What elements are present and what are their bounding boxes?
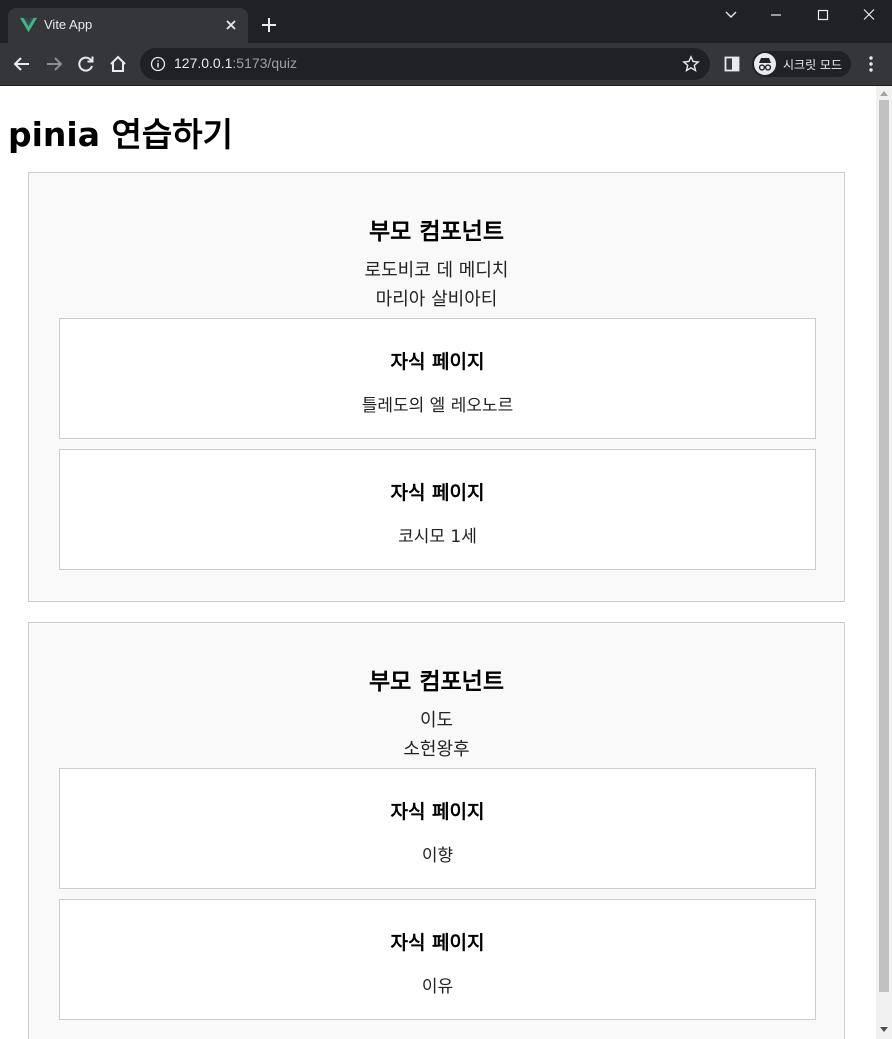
bookmark-star-icon[interactable] [682, 55, 700, 73]
home-icon[interactable] [108, 54, 128, 74]
child-component: 자식 페이지 이향 [59, 768, 816, 889]
child-heading: 자식 페이지 [390, 801, 485, 823]
incognito-label: 시크릿 모드 [783, 58, 843, 72]
scroll-down-icon[interactable] [880, 1027, 888, 1033]
parent-name: 로도비코 데 메디치 [364, 260, 509, 281]
url-text: 127.0.0.1:5173/quiz [174, 55, 297, 71]
child-name: 코시모 1세 [398, 527, 477, 547]
parent-name: 마리아 살비아티 [375, 289, 498, 310]
reload-icon[interactable] [76, 54, 96, 74]
scrollbar-thumb[interactable] [879, 100, 889, 992]
tab-vite-app[interactable]: Vite App [8, 8, 248, 43]
more-menu-icon[interactable] [861, 54, 881, 74]
parent-component: 부모 컴포넌트 이도 소헌왕후 자식 페이지 이향 자식 페이지 이유 [28, 622, 845, 1039]
site-info-icon[interactable] [150, 56, 166, 72]
scroll-up-icon[interactable] [880, 90, 888, 96]
tab-search-icon[interactable] [720, 6, 742, 24]
child-name: 이유 [421, 977, 454, 997]
forward-arrow-icon[interactable] [44, 54, 64, 74]
minimize-icon[interactable] [765, 6, 787, 24]
side-panel-icon[interactable] [722, 54, 742, 74]
incognito-profile-button[interactable]: 시크릿 모드 [752, 51, 851, 77]
window-close-icon[interactable] [858, 6, 880, 24]
new-tab-icon[interactable] [260, 16, 278, 34]
parent-component: 부모 컴포넌트 로도비코 데 메디치 마리아 살비아티 자식 페이지 틀레도의 … [28, 172, 845, 602]
vue-logo-icon [20, 17, 37, 33]
maximize-icon[interactable] [812, 6, 834, 24]
parent-name: 이도 [419, 710, 454, 731]
child-component: 자식 페이지 틀레도의 엘 레오노르 [59, 318, 816, 439]
tab-strip: Vite App [0, 0, 892, 43]
back-arrow-icon[interactable] [12, 54, 32, 74]
child-component: 자식 페이지 코시모 1세 [59, 449, 816, 570]
child-heading: 자식 페이지 [390, 351, 485, 373]
vertical-scrollbar[interactable] [876, 86, 892, 1039]
parent-name: 소헌왕후 [403, 739, 470, 760]
browser-toolbar: 127.0.0.1:5173/quiz 시크릿 모드 [0, 43, 892, 86]
page-title: pinia 연습하기 [8, 115, 233, 154]
incognito-icon [754, 53, 776, 75]
url-path: :5173/quiz [232, 55, 297, 71]
child-heading: 자식 페이지 [390, 932, 485, 954]
child-name: 이향 [421, 846, 454, 866]
url-host: 127.0.0.1 [174, 55, 233, 71]
parent-heading: 부모 컴포넌트 [369, 669, 504, 695]
child-heading: 자식 페이지 [390, 482, 485, 504]
tab-title: Vite App [44, 17, 93, 32]
page-viewport: pinia 연습하기 부모 컴포넌트 로도비코 데 메디치 마리아 살비아티 자… [0, 86, 876, 1039]
parent-heading: 부모 컴포넌트 [369, 219, 504, 245]
child-component: 자식 페이지 이유 [59, 899, 816, 1020]
child-name: 틀레도의 엘 레오노르 [361, 396, 514, 416]
close-tab-icon[interactable] [224, 18, 238, 32]
address-bar[interactable]: 127.0.0.1:5173/quiz [140, 48, 710, 80]
